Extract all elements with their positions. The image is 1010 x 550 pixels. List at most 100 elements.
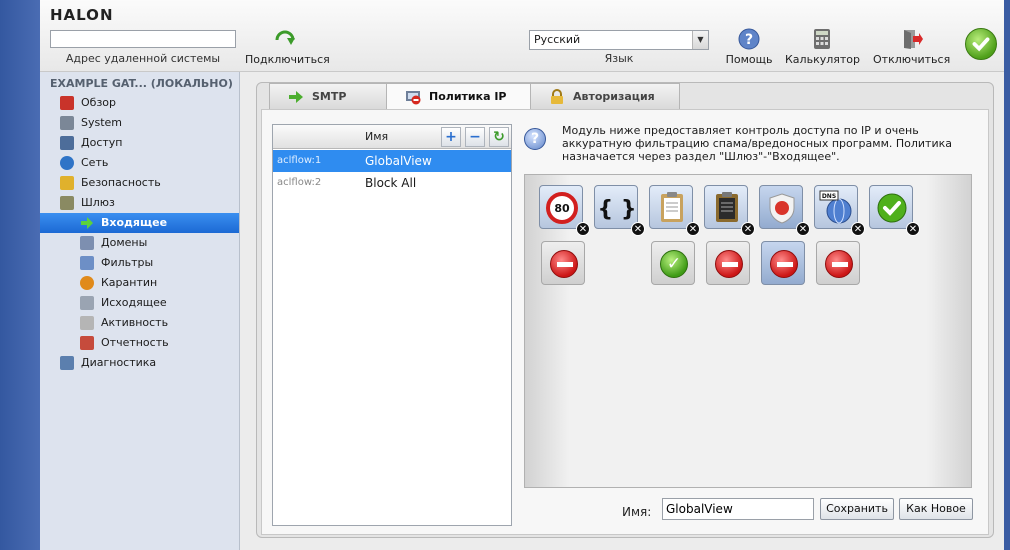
sidebar-item-gateway[interactable]: Шлюз [40, 193, 239, 213]
save-as-new-button[interactable]: Как Новое [899, 498, 973, 520]
gateway-title: EXAMPLE GAT... (ЛОКАЛЬНО) [50, 77, 233, 90]
remove-policy-button[interactable]: − [465, 127, 485, 147]
svg-text:?: ? [745, 32, 753, 48]
remove-node-icon[interactable]: ✕ [796, 222, 810, 236]
calculator-label: Калькулятор [785, 53, 860, 66]
tools-icon [60, 116, 74, 130]
sidebar-item-label: Фильтры [101, 256, 154, 269]
halon-app-window: HALON Адрес удаленной системы Подключить… [40, 0, 1004, 550]
policy-name-field[interactable] [662, 498, 814, 520]
refresh-button[interactable]: ↻ [489, 127, 509, 147]
list-row[interactable]: aclflow:2 Block All [273, 172, 511, 194]
sidebar-item-diagnostics[interactable]: Диагностика [40, 353, 239, 373]
sidebar-item-label: Активность [101, 316, 169, 329]
sidebar-item-domains[interactable]: Домены [40, 233, 239, 253]
sidebar-item-label: Исходящее [101, 296, 167, 309]
home-icon [60, 96, 74, 110]
reject-icon [715, 250, 743, 278]
svg-text:DNS: DNS [822, 193, 836, 200]
sidebar-item-label: Входящее [101, 216, 168, 229]
sidebar-item-label: Карантин [101, 276, 158, 289]
disconnect-icon [904, 30, 923, 49]
language-label: Язык [604, 52, 634, 65]
tab-smtp[interactable]: SMTP [269, 83, 387, 109]
biohazard-icon [80, 276, 94, 290]
language-select[interactable]: Русский ▼ [529, 30, 709, 50]
disconnect-button[interactable]: Отключиться [873, 28, 950, 66]
tab-label: Политика IP [429, 90, 507, 103]
flow-node-antispam[interactable]: ✕ [759, 185, 810, 236]
sidebar-item-label: Безопасность [81, 176, 161, 189]
remove-node-icon[interactable]: ✕ [906, 222, 920, 236]
sidebar-item-label: System [81, 116, 123, 129]
name-column-header: Имя [365, 130, 389, 143]
remove-node-icon[interactable]: ✕ [686, 222, 700, 236]
monitor-icon [60, 136, 74, 150]
sidebar-item-access[interactable]: Доступ [40, 133, 239, 153]
refresh-icon: ↻ [493, 129, 505, 145]
list-row[interactable]: aclflow:1 GlobalView [273, 150, 511, 172]
lock-icon [549, 89, 565, 105]
desktop-frame-left [0, 0, 40, 550]
remote-system-input[interactable] [50, 30, 236, 48]
help-label: Помощь [725, 53, 773, 66]
remove-node-icon[interactable]: ✕ [741, 222, 755, 236]
sidebar-item-overview[interactable]: Обзор [40, 93, 239, 113]
gateway-icon [60, 196, 74, 210]
sidebar-item-outbound[interactable]: Исходящее [40, 293, 239, 313]
flow-node-script[interactable]: { } ✕ [594, 185, 645, 236]
calculator-icon [814, 29, 830, 49]
flow-node-dnsbl[interactable]: DNS ✕ [814, 185, 865, 236]
connect-label: Подключиться [245, 53, 330, 66]
calculator-button[interactable]: Калькулятор [785, 28, 860, 66]
sidebar-item-security[interactable]: Безопасность [40, 173, 239, 193]
flow-action-reject[interactable] [761, 241, 805, 285]
connect-icon [275, 30, 295, 45]
list-header: Имя + − ↻ [273, 125, 511, 149]
remove-node-icon[interactable]: ✕ [631, 222, 645, 236]
flow-node-accept[interactable]: ✕ [869, 185, 920, 236]
accept-icon: ✓ [660, 250, 688, 278]
sidebar-item-inbound[interactable]: Входящее [40, 213, 239, 233]
flow-action-reject[interactable] [706, 241, 750, 285]
flow-node-whitelist[interactable]: ✕ [649, 185, 700, 236]
svg-text:80: 80 [554, 202, 570, 215]
filter-icon [80, 256, 94, 270]
save-button[interactable]: Сохранить [820, 498, 894, 520]
add-policy-button[interactable]: + [441, 127, 461, 147]
sidebar-item-label: Домены [101, 236, 148, 249]
sidebar-item-quarantine[interactable]: Карантин [40, 273, 239, 293]
help-button[interactable]: ? Помощь [723, 28, 775, 66]
tab-authorization[interactable]: Авторизация [530, 83, 680, 109]
sidebar-item-filters[interactable]: Фильтры [40, 253, 239, 273]
connect-button[interactable]: Подключиться [245, 28, 330, 66]
arrow-right-icon [288, 89, 304, 105]
reject-icon [550, 250, 578, 278]
info-icon: ? [524, 128, 546, 150]
policy-list: Имя + − ↻ aclflow:1 GlobalView aclflow:2… [272, 124, 512, 526]
tab-label: Авторизация [573, 90, 655, 103]
content-panel: SMTP Политика IP Авторизация Имя + − ↻ a… [256, 82, 994, 538]
sidebar-item-label: Диагностика [81, 356, 157, 369]
diagnostics-icon [60, 356, 74, 370]
flow-node-rate-limit[interactable]: 80 ✕ [539, 185, 590, 236]
sidebar-item-system[interactable]: System [40, 113, 239, 133]
sidebar-item-activity[interactable]: Активность [40, 313, 239, 333]
remove-node-icon[interactable]: ✕ [576, 222, 590, 236]
flow-action-reject[interactable] [816, 241, 860, 285]
sidebar: EXAMPLE GAT... (ЛОКАЛЬНО) Обзор System Д… [40, 72, 240, 550]
sidebar-item-label: Обзор [81, 96, 117, 109]
flow-action-reject[interactable] [541, 241, 585, 285]
tab-ip-policy[interactable]: Политика IP [386, 83, 531, 109]
flow-action-accept[interactable]: ✓ [651, 241, 695, 285]
globe-icon [60, 156, 74, 170]
flow-node-blacklist[interactable]: ✕ [704, 185, 755, 236]
remove-node-icon[interactable]: ✕ [851, 222, 865, 236]
row-id: aclflow:2 [277, 177, 322, 188]
help-icon: ? [738, 28, 760, 50]
halon-logo: HALON [50, 6, 114, 24]
name-label: Имя: [622, 505, 652, 519]
chevron-down-icon: ▼ [692, 31, 708, 49]
sidebar-item-network[interactable]: Сеть [40, 153, 239, 173]
sidebar-item-reporting[interactable]: Отчетность [40, 333, 239, 353]
